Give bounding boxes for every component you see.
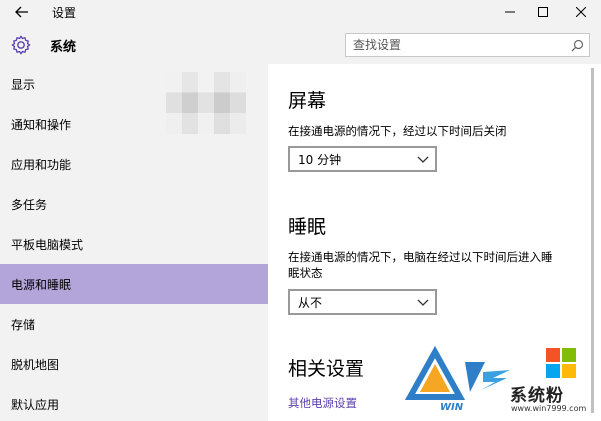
- section-title: 系统: [50, 39, 77, 55]
- sidebar-item-power-sleep[interactable]: 电源和睡眠: [0, 264, 268, 304]
- sidebar-item-label: 显示: [11, 77, 36, 92]
- gear-icon: [11, 35, 31, 55]
- sidebar-item-label: 电源和睡眠: [11, 277, 72, 292]
- watermark-brand: 系统粉: [510, 386, 564, 406]
- sleep-timeout-value: 从不: [298, 295, 323, 310]
- sidebar-item-label: 平板电脑模式: [11, 237, 84, 252]
- sidebar-item-label: 默认应用: [11, 397, 60, 412]
- close-icon: [576, 7, 586, 17]
- close-button[interactable]: [561, 0, 601, 24]
- additional-power-settings-link[interactable]: 其他电源设置: [288, 395, 357, 411]
- maximize-button[interactable]: [523, 0, 563, 24]
- sidebar-item-storage[interactable]: 存储: [0, 304, 268, 344]
- search-icon[interactable]: [571, 39, 584, 52]
- title-bar: 设置: [0, 0, 601, 24]
- screen-timeout-value: 10 分钟: [298, 152, 342, 167]
- sidebar-item-display[interactable]: 显示: [0, 64, 268, 104]
- sidebar-item-label: 存储: [11, 317, 36, 332]
- back-arrow-icon: [15, 6, 28, 18]
- screen-description: 在接通电源的情况下，经过以下时间后关闭: [288, 124, 507, 138]
- related-settings-heading: 相关设置: [288, 358, 365, 380]
- chevron-down-icon: [417, 299, 429, 306]
- sidebar-item-multitasking[interactable]: 多任务: [0, 184, 268, 224]
- sleep-description-line1: 在接通电源的情况下，电脑在经过以下时间后进入睡: [288, 250, 553, 264]
- sidebar-item-tablet-mode[interactable]: 平板电脑模式: [0, 224, 268, 264]
- sidebar-item-label: 应用和功能: [11, 157, 72, 172]
- minimize-icon: [505, 11, 515, 13]
- sidebar-item-notifications[interactable]: 通知和操作: [0, 104, 268, 144]
- sidebar-item-apps[interactable]: 应用和功能: [0, 144, 268, 184]
- back-button[interactable]: [0, 0, 44, 24]
- sidebar-item-offline-maps[interactable]: 脱机地图: [0, 344, 268, 384]
- chevron-down-icon: [417, 156, 429, 163]
- sleep-description-line2: 眠状态: [288, 266, 323, 280]
- screen-heading: 屏幕: [288, 90, 327, 112]
- sidebar-item-label: 脱机地图: [11, 357, 60, 372]
- sleep-timeout-select[interactable]: 从不: [288, 289, 437, 315]
- sidebar-item-default-apps[interactable]: 默认应用: [0, 384, 268, 421]
- watermark-logo-letters: WIN: [440, 402, 464, 413]
- screen-timeout-select[interactable]: 10 分钟: [288, 146, 437, 172]
- window-title: 设置: [52, 6, 77, 20]
- watermark-url: www.win7999.com: [511, 404, 587, 413]
- section-header: 系统: [10, 34, 76, 56]
- sidebar-item-label: 通知和操作: [11, 117, 72, 132]
- sleep-heading: 睡眠: [288, 216, 327, 238]
- sidebar-nav: 显示 通知和操作 应用和功能 多任务 平板电脑模式 电源和睡眠 存储 脱机地图 …: [0, 64, 268, 421]
- sidebar-item-label: 多任务: [11, 197, 48, 212]
- search-box[interactable]: [345, 33, 590, 57]
- maximize-icon: [538, 7, 548, 17]
- search-input[interactable]: [346, 38, 561, 52]
